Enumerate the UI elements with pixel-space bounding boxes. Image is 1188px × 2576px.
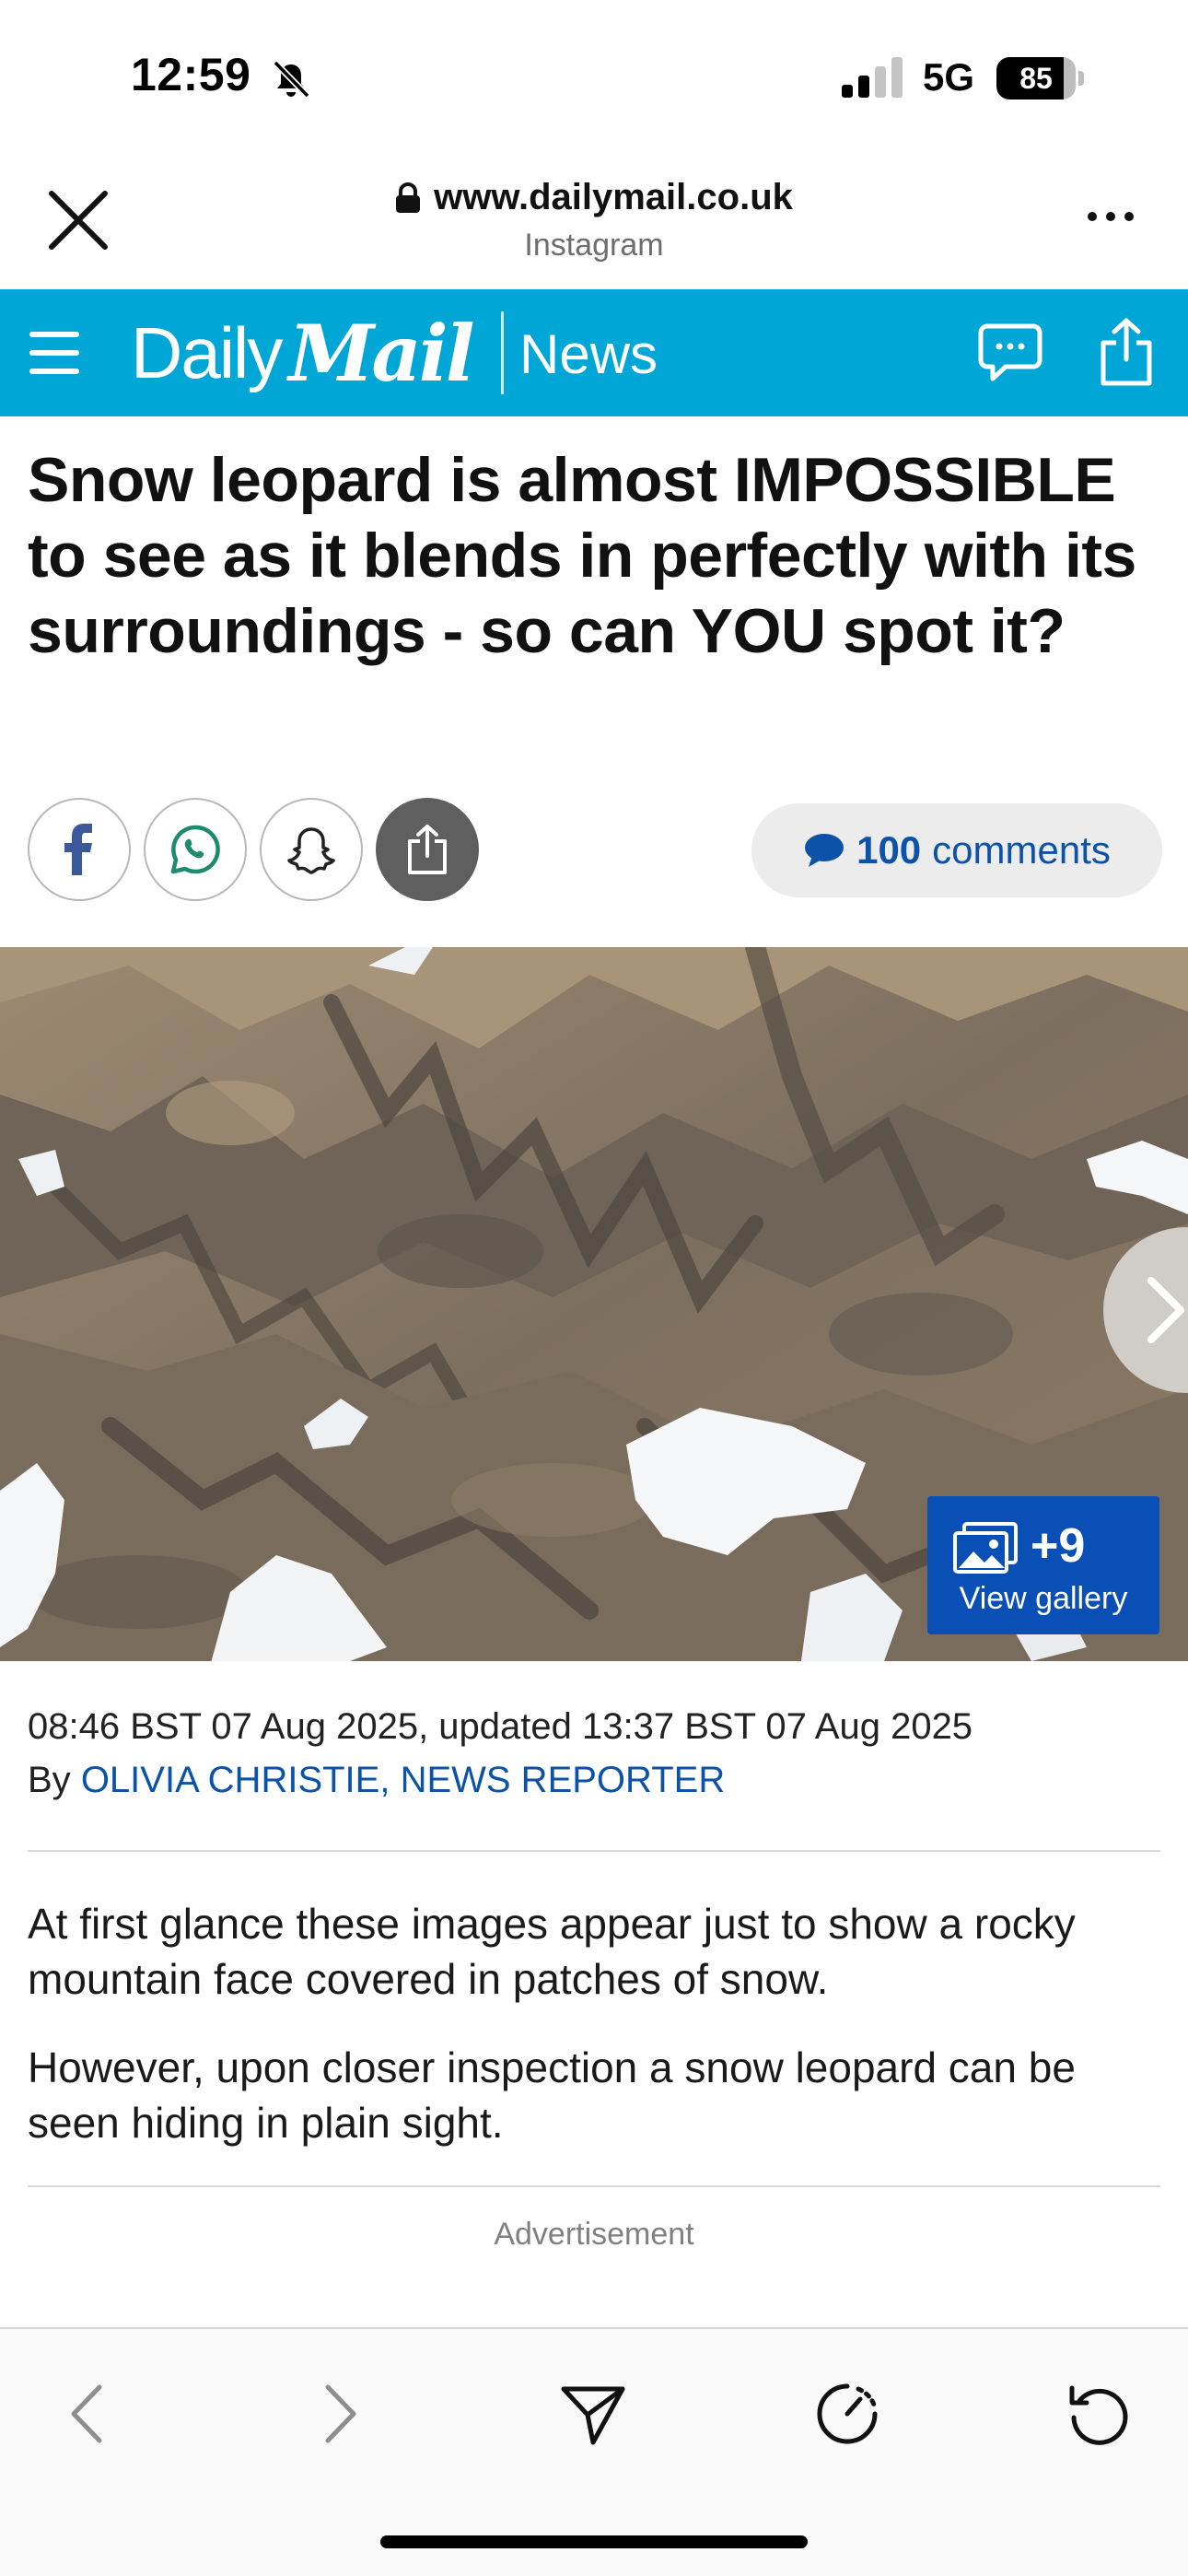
article-headline: Snow leopard is almost IMPOSSIBLE to see… <box>28 445 1136 666</box>
article-paragraph: At first glance these images appear just… <box>28 1900 1076 2003</box>
bell-slash-icon <box>273 60 310 99</box>
share-row: 100 comments <box>28 798 1162 901</box>
battery-icon: 85 <box>996 57 1085 100</box>
snapchat-share-button[interactable] <box>260 798 363 901</box>
gallery-label: View gallery <box>959 1581 1128 1616</box>
network-type: 5G <box>923 55 975 99</box>
article-byline: By OLIVIA CHRISTIE, NEWS REPORTER <box>28 1760 725 1801</box>
snapchat-icon <box>287 827 335 874</box>
article-dateline: 08:46 BST 07 Aug 2025, updated 13:37 BST… <box>28 1706 973 1747</box>
daily-mail-logo[interactable]: Daily Mail <box>131 308 475 399</box>
section-title[interactable]: News <box>519 322 658 386</box>
browser-source: Instagram <box>524 228 664 263</box>
in-app-browser-bar: www.dailymail.co.uk Instagram <box>0 157 1188 289</box>
logo-mail: Mail <box>288 307 474 399</box>
send-icon <box>561 2386 625 2445</box>
timer-icon <box>817 2383 878 2444</box>
forward-button[interactable] <box>295 2368 387 2460</box>
home-indicator[interactable] <box>380 2535 808 2548</box>
article-paragraph: However, upon closer inspection a snow l… <box>28 2043 1076 2147</box>
status-bar: 12:59 5G 85 <box>0 0 1188 157</box>
divider <box>28 2185 1160 2187</box>
facebook-share-button[interactable] <box>28 798 131 901</box>
lock-icon <box>396 181 421 213</box>
share-icon[interactable] <box>1096 317 1157 387</box>
reload-icon <box>1069 2385 1128 2445</box>
gallery-next-button[interactable] <box>1103 1227 1188 1393</box>
logo-daily: Daily <box>131 311 283 393</box>
battery-percent: 85 <box>1019 62 1053 95</box>
gallery-icon <box>953 1522 1018 1574</box>
comment-bubble-icon <box>805 834 844 867</box>
hamburger-menu-icon[interactable] <box>28 326 81 380</box>
back-button[interactable] <box>41 2368 133 2460</box>
comments-count: 100 <box>856 828 922 872</box>
url-text: www.dailymail.co.uk <box>434 177 793 217</box>
url-display[interactable]: www.dailymail.co.uk Instagram <box>0 177 1188 263</box>
share-icon <box>408 825 447 874</box>
author-link[interactable]: OLIVIA CHRISTIE, NEWS REPORTER <box>81 1760 725 1800</box>
comments-button[interactable]: 100 comments <box>751 803 1162 897</box>
advertisement-label: Advertisement <box>494 2217 694 2252</box>
chevron-right-icon <box>325 2384 356 2443</box>
divider <box>28 1850 1160 1852</box>
reload-button[interactable] <box>1054 2368 1146 2460</box>
whatsapp-share-button[interactable] <box>144 798 247 901</box>
comments-label: comments <box>932 828 1111 872</box>
more-icon[interactable] <box>1083 203 1138 230</box>
byline-prefix: By <box>28 1760 71 1800</box>
comment-bubble-icon[interactable] <box>978 322 1042 383</box>
status-time: 12:59 <box>131 49 251 100</box>
send-button[interactable] <box>547 2368 639 2460</box>
whatsapp-icon <box>170 825 220 874</box>
header-divider <box>501 311 504 394</box>
gallery-count: +9 <box>1031 1519 1086 1573</box>
facebook-icon <box>64 824 92 875</box>
cellular-signal-icon <box>842 57 903 98</box>
timer-button[interactable] <box>801 2368 893 2460</box>
more-share-button[interactable] <box>376 798 479 901</box>
view-gallery-button[interactable]: +9 View gallery <box>927 1496 1159 1634</box>
chevron-left-icon <box>71 2384 102 2443</box>
site-header: Daily Mail News <box>0 289 1188 416</box>
